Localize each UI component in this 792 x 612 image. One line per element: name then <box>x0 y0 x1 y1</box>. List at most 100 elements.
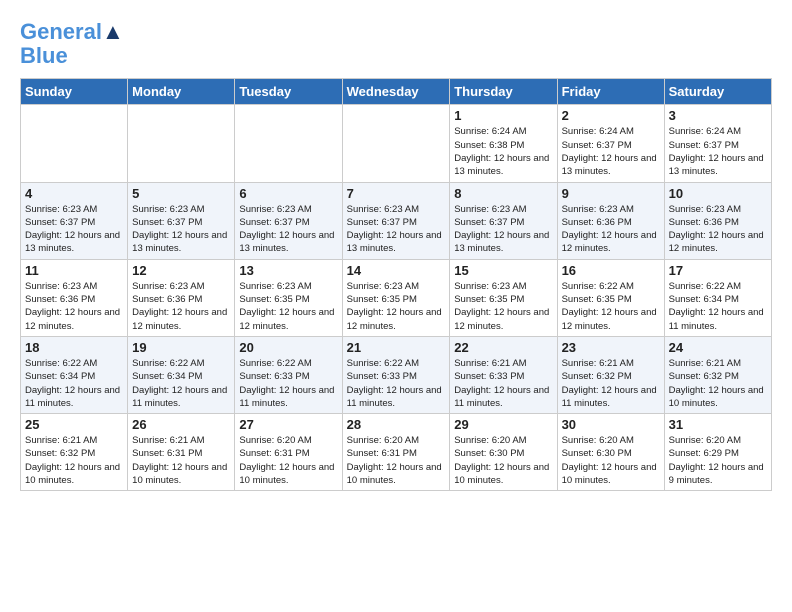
calendar-cell: 2 Sunrise: 6:24 AM Sunset: 6:37 PM Daylig… <box>557 105 664 182</box>
weekday-header-monday: Monday <box>128 79 235 105</box>
day-number: 30 <box>562 417 660 432</box>
weekday-header-tuesday: Tuesday <box>235 79 342 105</box>
weekday-header-wednesday: Wednesday <box>342 79 450 105</box>
day-info: Sunrise: 6:23 AM Sunset: 6:35 PM Dayligh… <box>239 280 337 333</box>
calendar-cell: 12 Sunrise: 6:23 AM Sunset: 6:36 PM Dayli… <box>128 259 235 336</box>
day-number: 16 <box>562 263 660 278</box>
day-number: 18 <box>25 340 123 355</box>
calendar-cell: 25 Sunrise: 6:21 AM Sunset: 6:32 PM Dayli… <box>21 414 128 491</box>
day-info: Sunrise: 6:21 AM Sunset: 6:32 PM Dayligh… <box>25 434 123 487</box>
calendar-cell: 6 Sunrise: 6:23 AM Sunset: 6:37 PM Daylig… <box>235 182 342 259</box>
weekday-header-saturday: Saturday <box>664 79 771 105</box>
calendar-cell: 8Sunrise: 6:23 AM Sunset: 6:37 PM Daylig… <box>450 182 557 259</box>
day-info: Sunrise: 6:20 AM Sunset: 6:31 PM Dayligh… <box>347 434 446 487</box>
day-info: Sunrise: 6:23 AM Sunset: 6:36 PM Dayligh… <box>562 203 660 256</box>
day-info: Sunrise: 6:21 AM Sunset: 6:32 PM Dayligh… <box>669 357 767 410</box>
calendar-week-5: 25 Sunrise: 6:21 AM Sunset: 6:32 PM Dayli… <box>21 414 772 491</box>
day-number: 22 <box>454 340 552 355</box>
weekday-header-thursday: Thursday <box>450 79 557 105</box>
calendar-cell: 21 Sunrise: 6:22 AM Sunset: 6:33 PM Dayli… <box>342 336 450 413</box>
day-number: 19 <box>132 340 230 355</box>
day-number: 21 <box>347 340 446 355</box>
calendar-cell: 11Sunrise: 6:23 AM Sunset: 6:36 PM Dayli… <box>21 259 128 336</box>
day-info: Sunrise: 6:21 AM Sunset: 6:33 PM Dayligh… <box>454 357 552 410</box>
day-info: Sunrise: 6:23 AM Sunset: 6:35 PM Dayligh… <box>454 280 552 333</box>
day-info: Sunrise: 6:24 AM Sunset: 6:37 PM Dayligh… <box>669 125 767 178</box>
logo-general: General <box>20 19 102 44</box>
day-info: Sunrise: 6:23 AM Sunset: 6:37 PM Dayligh… <box>347 203 446 256</box>
calendar-week-2: 4 Sunrise: 6:23 AM Sunset: 6:37 PM Daylig… <box>21 182 772 259</box>
day-info: Sunrise: 6:20 AM Sunset: 6:31 PM Dayligh… <box>239 434 337 487</box>
calendar-cell: 13Sunrise: 6:23 AM Sunset: 6:35 PM Dayli… <box>235 259 342 336</box>
day-number: 28 <box>347 417 446 432</box>
day-number: 29 <box>454 417 552 432</box>
calendar-body: 1Sunrise: 6:24 AM Sunset: 6:38 PM Daylig… <box>21 105 772 491</box>
day-number: 31 <box>669 417 767 432</box>
day-info: Sunrise: 6:22 AM Sunset: 6:33 PM Dayligh… <box>347 357 446 410</box>
calendar-cell: 9Sunrise: 6:23 AM Sunset: 6:36 PM Daylig… <box>557 182 664 259</box>
day-info: Sunrise: 6:23 AM Sunset: 6:37 PM Dayligh… <box>239 203 337 256</box>
day-info: Sunrise: 6:20 AM Sunset: 6:29 PM Dayligh… <box>669 434 767 487</box>
logo-blue: Blue <box>20 43 68 68</box>
calendar-cell: 15 Sunrise: 6:23 AM Sunset: 6:35 PM Dayli… <box>450 259 557 336</box>
day-number: 5 <box>132 186 230 201</box>
calendar-cell: 27 Sunrise: 6:20 AM Sunset: 6:31 PM Dayli… <box>235 414 342 491</box>
day-number: 27 <box>239 417 337 432</box>
calendar-cell <box>235 105 342 182</box>
calendar-cell: 22 Sunrise: 6:21 AM Sunset: 6:33 PM Dayli… <box>450 336 557 413</box>
day-number: 24 <box>669 340 767 355</box>
calendar-cell: 17Sunrise: 6:22 AM Sunset: 6:34 PM Dayli… <box>664 259 771 336</box>
calendar-header-row: SundayMondayTuesdayWednesdayThursdayFrid… <box>21 79 772 105</box>
calendar-cell: 19 Sunrise: 6:22 AM Sunset: 6:34 PM Dayli… <box>128 336 235 413</box>
day-number: 8 <box>454 186 552 201</box>
day-number: 14 <box>347 263 446 278</box>
calendar-cell: 4 Sunrise: 6:23 AM Sunset: 6:37 PM Daylig… <box>21 182 128 259</box>
day-info: Sunrise: 6:20 AM Sunset: 6:30 PM Dayligh… <box>562 434 660 487</box>
page-header: General▲ Blue <box>20 20 772 68</box>
day-number: 12 <box>132 263 230 278</box>
day-number: 4 <box>25 186 123 201</box>
day-number: 6 <box>239 186 337 201</box>
day-info: Sunrise: 6:23 AM Sunset: 6:35 PM Dayligh… <box>347 280 446 333</box>
calendar-cell: 18 Sunrise: 6:22 AM Sunset: 6:34 PM Dayli… <box>21 336 128 413</box>
calendar-cell: 1Sunrise: 6:24 AM Sunset: 6:38 PM Daylig… <box>450 105 557 182</box>
day-info: Sunrise: 6:22 AM Sunset: 6:34 PM Dayligh… <box>25 357 123 410</box>
day-number: 26 <box>132 417 230 432</box>
day-number: 25 <box>25 417 123 432</box>
calendar-cell: 3 Sunrise: 6:24 AM Sunset: 6:37 PM Daylig… <box>664 105 771 182</box>
calendar-cell: 20 Sunrise: 6:22 AM Sunset: 6:33 PM Dayli… <box>235 336 342 413</box>
day-info: Sunrise: 6:23 AM Sunset: 6:37 PM Dayligh… <box>25 203 123 256</box>
day-number: 2 <box>562 108 660 123</box>
day-number: 20 <box>239 340 337 355</box>
day-info: Sunrise: 6:22 AM Sunset: 6:33 PM Dayligh… <box>239 357 337 410</box>
logo-text: General▲ Blue <box>20 20 124 68</box>
logo: General▲ Blue <box>20 20 124 68</box>
day-info: Sunrise: 6:23 AM Sunset: 6:36 PM Dayligh… <box>669 203 767 256</box>
day-number: 15 <box>454 263 552 278</box>
day-info: Sunrise: 6:24 AM Sunset: 6:37 PM Dayligh… <box>562 125 660 178</box>
calendar-week-4: 18 Sunrise: 6:22 AM Sunset: 6:34 PM Dayli… <box>21 336 772 413</box>
day-info: Sunrise: 6:23 AM Sunset: 6:36 PM Dayligh… <box>132 280 230 333</box>
calendar-cell: 7Sunrise: 6:23 AM Sunset: 6:37 PM Daylig… <box>342 182 450 259</box>
calendar-cell <box>21 105 128 182</box>
calendar-week-3: 11 Sunrise: 6:23 AM Sunset: 6:36 PM Dayli… <box>21 259 772 336</box>
day-number: 23 <box>562 340 660 355</box>
calendar-cell: 16 Sunrise: 6:22 AM Sunset: 6:35 PM Dayli… <box>557 259 664 336</box>
day-number: 10 <box>669 186 767 201</box>
day-info: Sunrise: 6:22 AM Sunset: 6:34 PM Dayligh… <box>132 357 230 410</box>
day-number: 3 <box>669 108 767 123</box>
calendar-cell: 30 Sunrise: 6:20 AM Sunset: 6:30 PM Dayli… <box>557 414 664 491</box>
calendar-week-1: 1Sunrise: 6:24 AM Sunset: 6:38 PM Daylig… <box>21 105 772 182</box>
calendar-table: SundayMondayTuesdayWednesdayThursdayFrid… <box>20 78 772 491</box>
calendar-cell: 10 Sunrise: 6:23 AM Sunset: 6:36 PM Dayli… <box>664 182 771 259</box>
day-number: 11 <box>25 263 123 278</box>
calendar-cell: 23Sunrise: 6:21 AM Sunset: 6:32 PM Dayli… <box>557 336 664 413</box>
calendar-cell: 24 Sunrise: 6:21 AM Sunset: 6:32 PM Dayli… <box>664 336 771 413</box>
day-number: 1 <box>454 108 552 123</box>
day-info: Sunrise: 6:22 AM Sunset: 6:35 PM Dayligh… <box>562 280 660 333</box>
weekday-header-sunday: Sunday <box>21 79 128 105</box>
calendar-cell <box>128 105 235 182</box>
day-info: Sunrise: 6:22 AM Sunset: 6:34 PM Dayligh… <box>669 280 767 333</box>
day-info: Sunrise: 6:20 AM Sunset: 6:30 PM Dayligh… <box>454 434 552 487</box>
day-info: Sunrise: 6:21 AM Sunset: 6:31 PM Dayligh… <box>132 434 230 487</box>
